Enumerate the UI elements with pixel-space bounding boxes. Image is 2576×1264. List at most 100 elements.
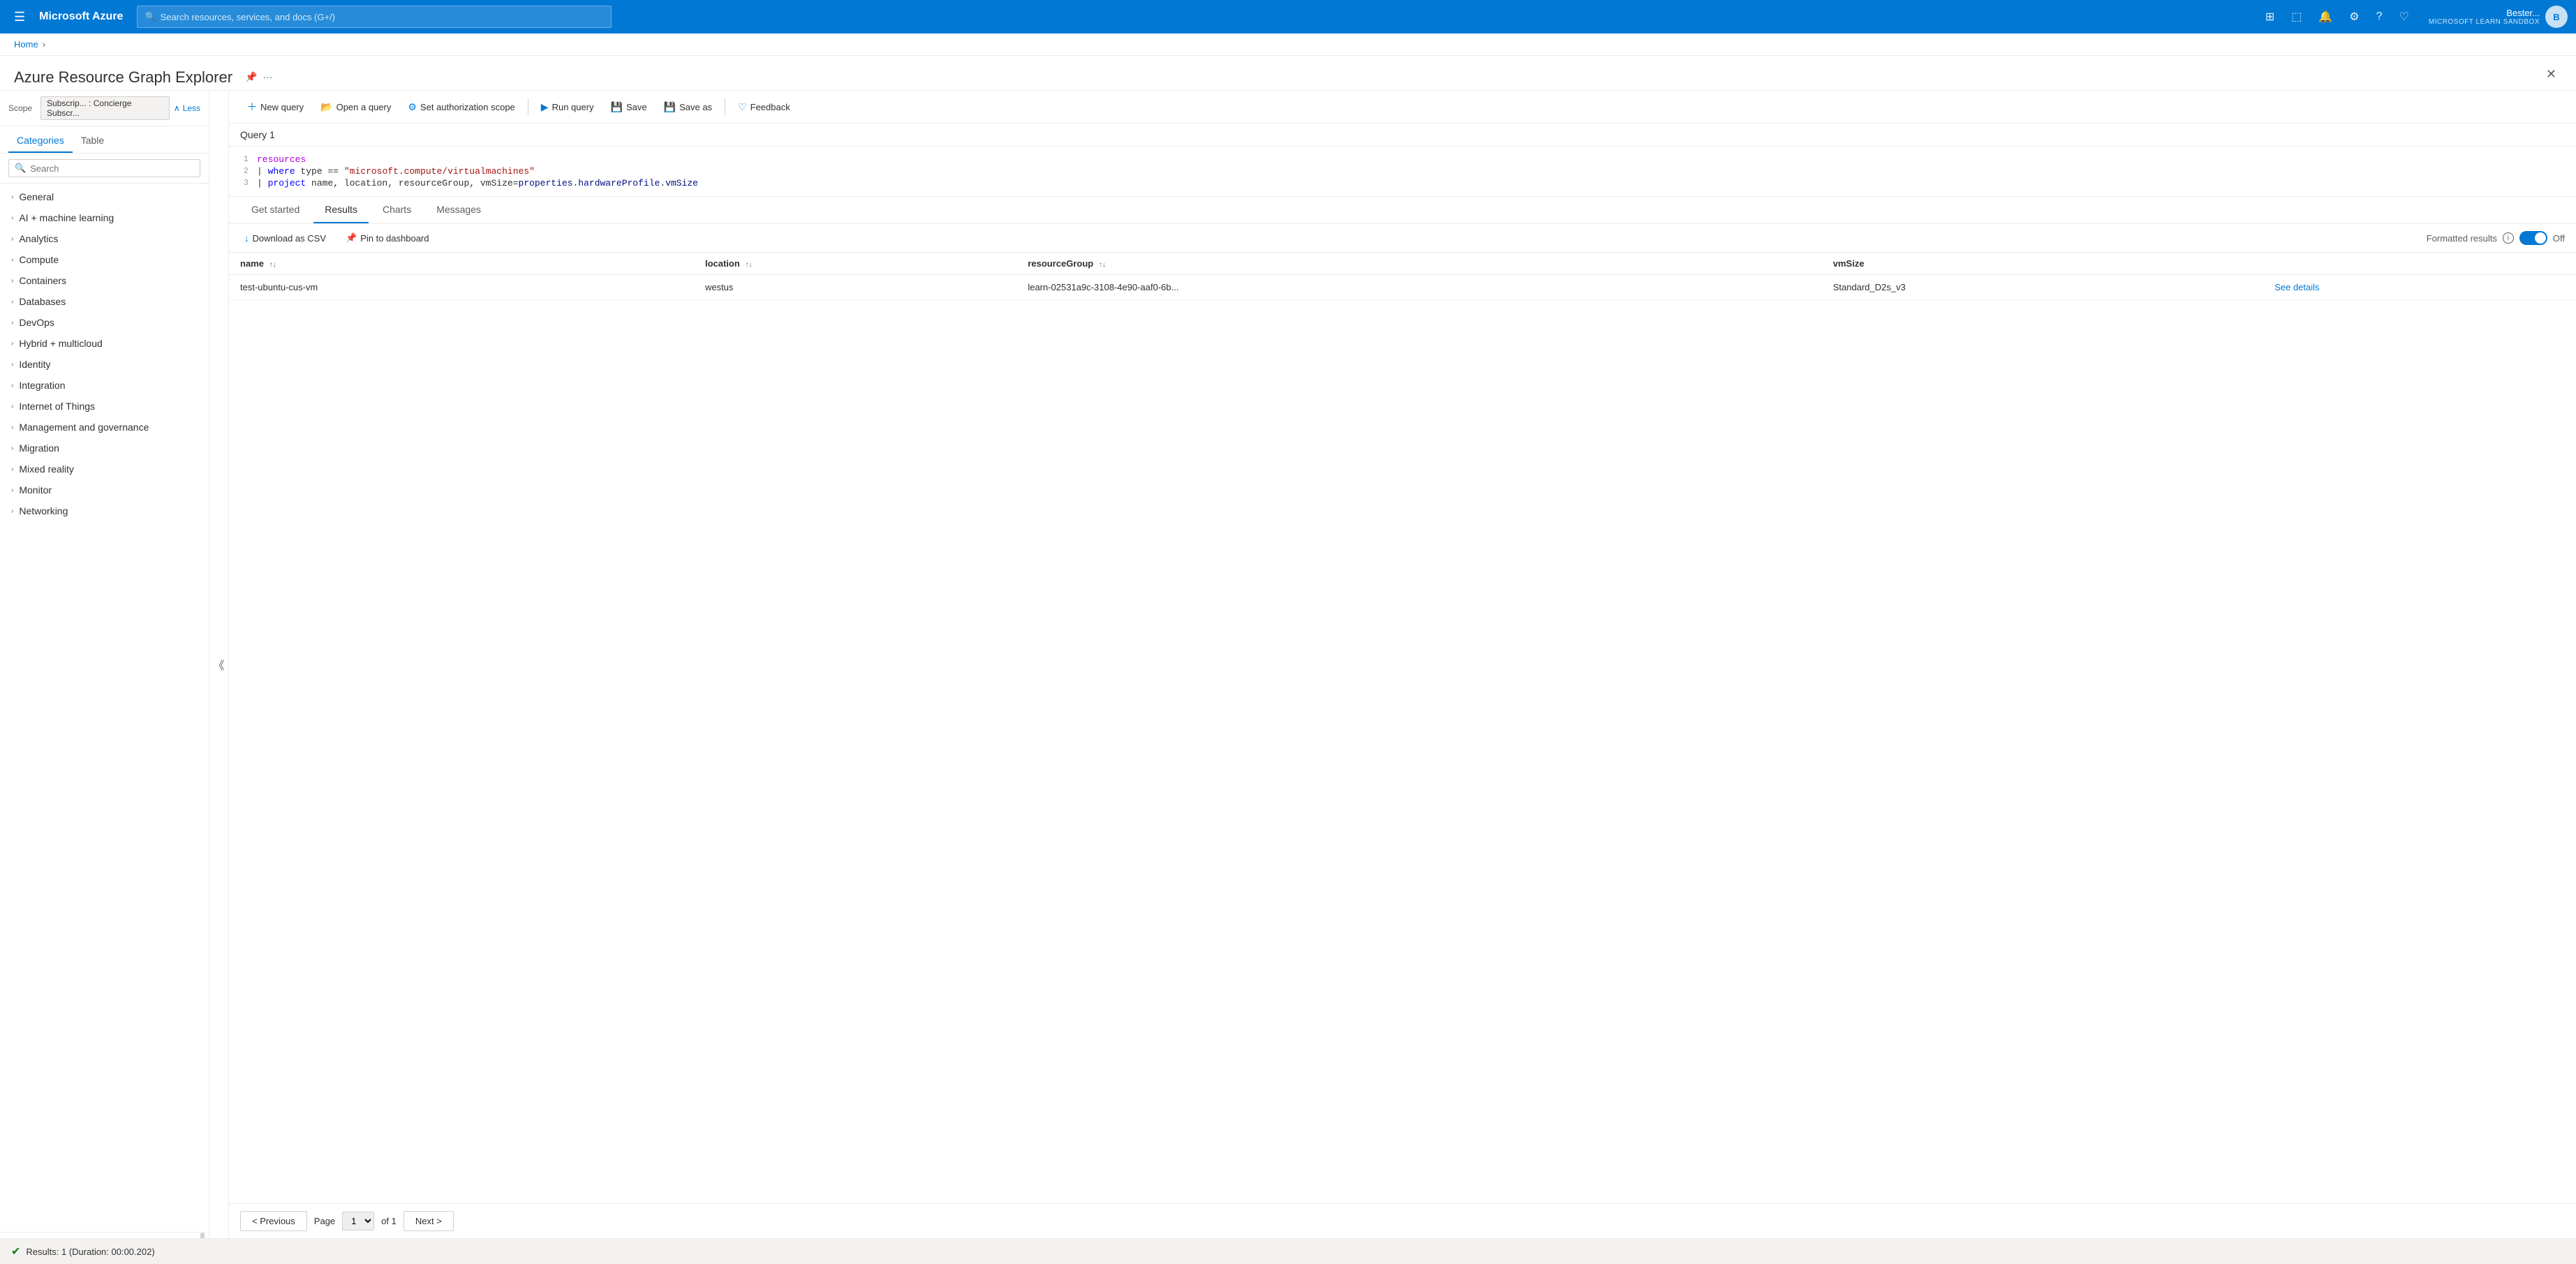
- category-migration[interactable]: › Migration: [0, 438, 209, 459]
- category-iot[interactable]: › Internet of Things: [0, 396, 209, 417]
- run-query-button[interactable]: ▶ Run query: [534, 98, 601, 117]
- status-success-icon: ✔: [11, 1244, 20, 1258]
- table-row: test-ubuntu-cus-vm westus learn-02531a9c…: [229, 275, 2576, 300]
- sidebar-search-area: 🔍: [0, 154, 209, 184]
- sidebar-collapse-button[interactable]: 《: [209, 91, 229, 1238]
- next-button[interactable]: Next >: [404, 1211, 454, 1231]
- chevron-icon: ›: [11, 403, 13, 410]
- sort-icon: ↑↓: [745, 261, 752, 269]
- sidebar-search-wrap[interactable]: 🔍: [8, 159, 200, 177]
- help-icon[interactable]: ?: [2371, 8, 2388, 26]
- category-devops[interactable]: › DevOps: [0, 312, 209, 333]
- col-location[interactable]: location ↑↓: [694, 253, 1016, 275]
- pin-icon[interactable]: 📌: [245, 71, 257, 83]
- pin-dashboard-button[interactable]: 📌 Pin to dashboard: [341, 230, 433, 246]
- feedback-button[interactable]: ♡ Feedback: [731, 98, 797, 117]
- more-options-icon[interactable]: ···: [262, 71, 272, 83]
- global-search-input[interactable]: [161, 12, 605, 22]
- breadcrumb-home[interactable]: Home: [14, 39, 38, 50]
- sidebar-scroll-bar[interactable]: [0, 1232, 209, 1238]
- page-header: Azure Resource Graph Explorer 📌 ··· ✕: [0, 56, 2576, 91]
- page-select[interactable]: 1: [342, 1212, 374, 1230]
- tab-charts[interactable]: Charts: [371, 197, 422, 223]
- azure-logo: Microsoft Azure: [39, 10, 123, 23]
- less-button[interactable]: ∧ Less: [174, 103, 200, 113]
- category-integration[interactable]: › Integration: [0, 375, 209, 396]
- search-icon: 🔍: [145, 11, 156, 22]
- search-icon: 🔍: [15, 163, 26, 174]
- set-auth-button[interactable]: ⚙ Set authorization scope: [401, 98, 521, 117]
- tab-messages[interactable]: Messages: [425, 197, 492, 223]
- sort-icon: ↑↓: [269, 261, 276, 269]
- chevron-icon: ›: [11, 445, 13, 452]
- chevron-icon: ›: [11, 256, 13, 264]
- results-toolbar: ↓ Download as CSV 📌 Pin to dashboard For…: [229, 224, 2576, 253]
- settings-icon[interactable]: ⚙: [2344, 7, 2364, 27]
- previous-button[interactable]: < Previous: [240, 1211, 307, 1231]
- pagination: < Previous Page 1 of 1 Next >: [229, 1203, 2576, 1238]
- hamburger-menu[interactable]: ☰: [8, 7, 31, 27]
- category-management[interactable]: › Management and governance: [0, 417, 209, 438]
- chevron-icon: ›: [11, 214, 13, 222]
- col-name[interactable]: name ↑↓: [229, 253, 694, 275]
- chevron-icon: ›: [11, 382, 13, 389]
- tab-results[interactable]: Results: [313, 197, 369, 223]
- code-line-2: 2 | where type == "microsoft.compute/vir…: [229, 165, 2576, 177]
- category-compute[interactable]: › Compute: [0, 249, 209, 270]
- code-line-1: 1 resources: [229, 154, 2576, 165]
- sidebar-tab-categories[interactable]: Categories: [8, 129, 73, 153]
- plus-icon: ＋: [247, 100, 257, 114]
- avatar: B: [2545, 6, 2568, 28]
- directory-icon[interactable]: ⬚: [2286, 7, 2307, 27]
- open-query-button[interactable]: 📂 Open a query: [313, 98, 398, 117]
- category-monitor[interactable]: › Monitor: [0, 479, 209, 500]
- col-resource-group[interactable]: resourceGroup ↑↓: [1016, 253, 1821, 275]
- category-identity[interactable]: › Identity: [0, 354, 209, 375]
- category-analytics[interactable]: › Analytics: [0, 228, 209, 249]
- category-general[interactable]: › General: [0, 186, 209, 207]
- breadcrumb: Home ›: [0, 34, 2576, 56]
- save-button[interactable]: 💾 Save: [604, 98, 654, 117]
- new-query-button[interactable]: ＋ New query: [240, 96, 311, 117]
- global-search-bar[interactable]: 🔍: [137, 6, 612, 28]
- category-mixed-reality[interactable]: › Mixed reality: [0, 459, 209, 479]
- chevron-icon: ›: [11, 235, 13, 243]
- table-header-row: name ↑↓ location ↑↓ resourceGroup ↑↓: [229, 253, 2576, 275]
- scope-badge[interactable]: Subscrip... : Concierge Subscr...: [40, 96, 170, 120]
- category-ai-ml[interactable]: › AI + machine learning: [0, 207, 209, 228]
- category-hybrid[interactable]: › Hybrid + multicloud: [0, 333, 209, 354]
- see-details-link[interactable]: See details: [2274, 282, 2319, 292]
- chevron-icon: ›: [11, 486, 13, 494]
- sidebar-search-input[interactable]: [30, 163, 194, 174]
- categories-list: › General › AI + machine learning › Anal…: [0, 184, 209, 1232]
- user-profile[interactable]: Bester... MICROSOFT LEARN SANDBOX B: [2423, 6, 2568, 28]
- play-icon: ▶: [541, 101, 549, 113]
- col-vmsize[interactable]: vmSize: [1822, 253, 2264, 275]
- download-csv-button[interactable]: ↓ Download as CSV: [240, 230, 330, 246]
- sidebar-tab-table[interactable]: Table: [73, 129, 112, 153]
- cell-name: test-ubuntu-cus-vm: [229, 275, 694, 300]
- close-button[interactable]: ✕: [2540, 64, 2562, 84]
- save-as-button[interactable]: 💾 Save as: [657, 98, 719, 117]
- query-editor: Query 1 1 resources 2 | where type == "m…: [229, 124, 2576, 197]
- category-databases[interactable]: › Databases: [0, 291, 209, 312]
- category-containers[interactable]: › Containers: [0, 270, 209, 291]
- status-message: Results: 1 (Duration: 00:00.202): [26, 1247, 154, 1257]
- category-networking[interactable]: › Networking: [0, 500, 209, 521]
- top-navigation: ☰ Microsoft Azure 🔍 ⊞ ⬚ 🔔 ⚙ ? ♡ Bester..…: [0, 0, 2576, 34]
- cell-see-details[interactable]: See details: [2263, 275, 2576, 300]
- chevron-icon: ›: [11, 507, 13, 515]
- tab-get-started[interactable]: Get started: [240, 197, 311, 223]
- formatted-results-toggle: Formatted results i Off: [2427, 231, 2565, 245]
- cloud-shell-icon[interactable]: ⊞: [2260, 7, 2280, 27]
- line-number: 2: [229, 166, 257, 176]
- scope-label: Scope: [8, 103, 32, 113]
- results-table-wrap: name ↑↓ location ↑↓ resourceGroup ↑↓: [229, 253, 2576, 1203]
- code-editor[interactable]: 1 resources 2 | where type == "microsoft…: [229, 147, 2576, 196]
- info-icon[interactable]: i: [2503, 232, 2514, 244]
- page-label: Page: [314, 1216, 335, 1226]
- toggle-switch[interactable]: [2519, 231, 2547, 245]
- notifications-icon[interactable]: 🔔: [2313, 7, 2338, 27]
- feedback-icon[interactable]: ♡: [2394, 7, 2415, 27]
- chevron-icon: ›: [11, 193, 13, 201]
